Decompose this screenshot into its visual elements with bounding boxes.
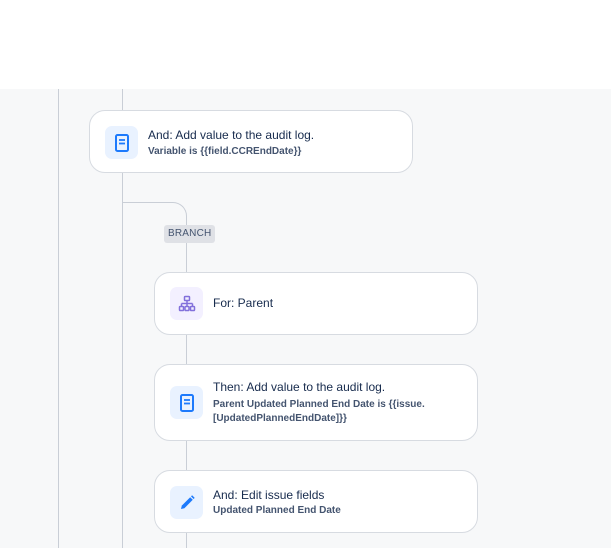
rule-canvas: And: Add value to the audit log. Variabl… [0, 89, 611, 548]
audit-log-step-title: And: Add value to the audit log. [148, 128, 315, 142]
document-icon [114, 133, 129, 152]
edit-issue-fields-step-title: And: Edit issue fields [213, 488, 325, 502]
top-bar [0, 0, 611, 89]
then-audit-log-step-card[interactable]: Then: Add value to the audit log. Parent… [154, 364, 478, 441]
for-parent-step-title: For: Parent [213, 296, 274, 310]
then-audit-log-step-icon-box [170, 386, 203, 419]
audit-log-step-detail: Variable is {{field.CCREndDate}} [148, 146, 302, 157]
then-audit-log-step-detail-line2: [UpdatedPlannedEndDate]}} [213, 413, 347, 424]
document-icon [179, 393, 194, 412]
edit-issue-fields-step-card[interactable]: And: Edit issue fields Updated Planned E… [154, 470, 478, 533]
hierarchy-icon [178, 295, 195, 311]
branch-label: BRANCH [164, 225, 216, 243]
then-audit-log-step-title: Then: Add value to the audit log. [213, 380, 386, 394]
edit-issue-fields-step-detail: Updated Planned End Date [213, 505, 341, 516]
for-parent-step-card[interactable]: For: Parent [154, 272, 478, 335]
audit-log-step-card[interactable]: And: Add value to the audit log. Variabl… [89, 110, 413, 173]
then-audit-log-step-detail-line1: Parent Updated Planned End Date is {{iss… [213, 399, 425, 410]
edit-issue-fields-step-icon-box [170, 486, 203, 519]
for-parent-step-icon-box [170, 287, 203, 320]
pencil-icon [180, 494, 195, 509]
outer-connector-line [58, 89, 59, 548]
audit-log-step-icon-box [105, 126, 138, 159]
